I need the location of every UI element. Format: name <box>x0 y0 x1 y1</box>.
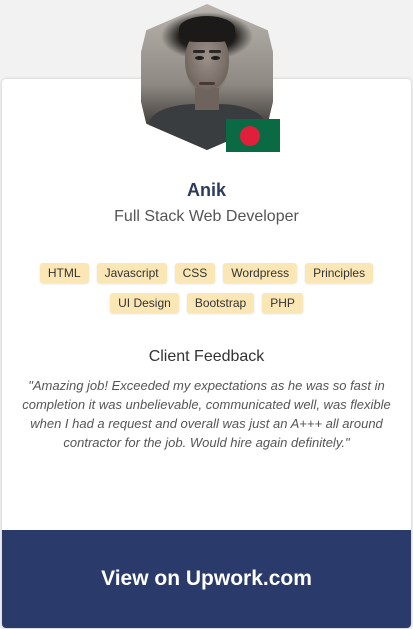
bangladesh-flag-icon <box>226 119 280 152</box>
feedback-title: Client Feedback <box>148 348 265 365</box>
feedback-text: "Amazing job! Exceeded my expectations a… <box>22 378 391 450</box>
skill-tag: Bootstrap <box>186 293 255 313</box>
profile-role: Full Stack Web Developer <box>114 208 299 225</box>
skill-tag: HTML <box>39 263 89 283</box>
avatar <box>141 4 280 152</box>
skill-tag: PHP <box>262 293 303 313</box>
view-on-upwork-button[interactable]: View on Upwork.com <box>2 530 411 628</box>
skill-tag: Wordpress <box>223 263 298 283</box>
profile-card: Anik Full Stack Web Developer HTML Javas… <box>2 79 411 628</box>
skill-tag: Principles <box>305 263 374 283</box>
profile-name: Anik <box>186 180 226 200</box>
skill-tags: HTML Javascript CSS Wordpress Principles… <box>22 263 391 313</box>
skill-tag: Javascript <box>96 263 167 283</box>
skill-tag: CSS <box>174 263 216 283</box>
skill-tag: UI Design <box>110 293 179 313</box>
